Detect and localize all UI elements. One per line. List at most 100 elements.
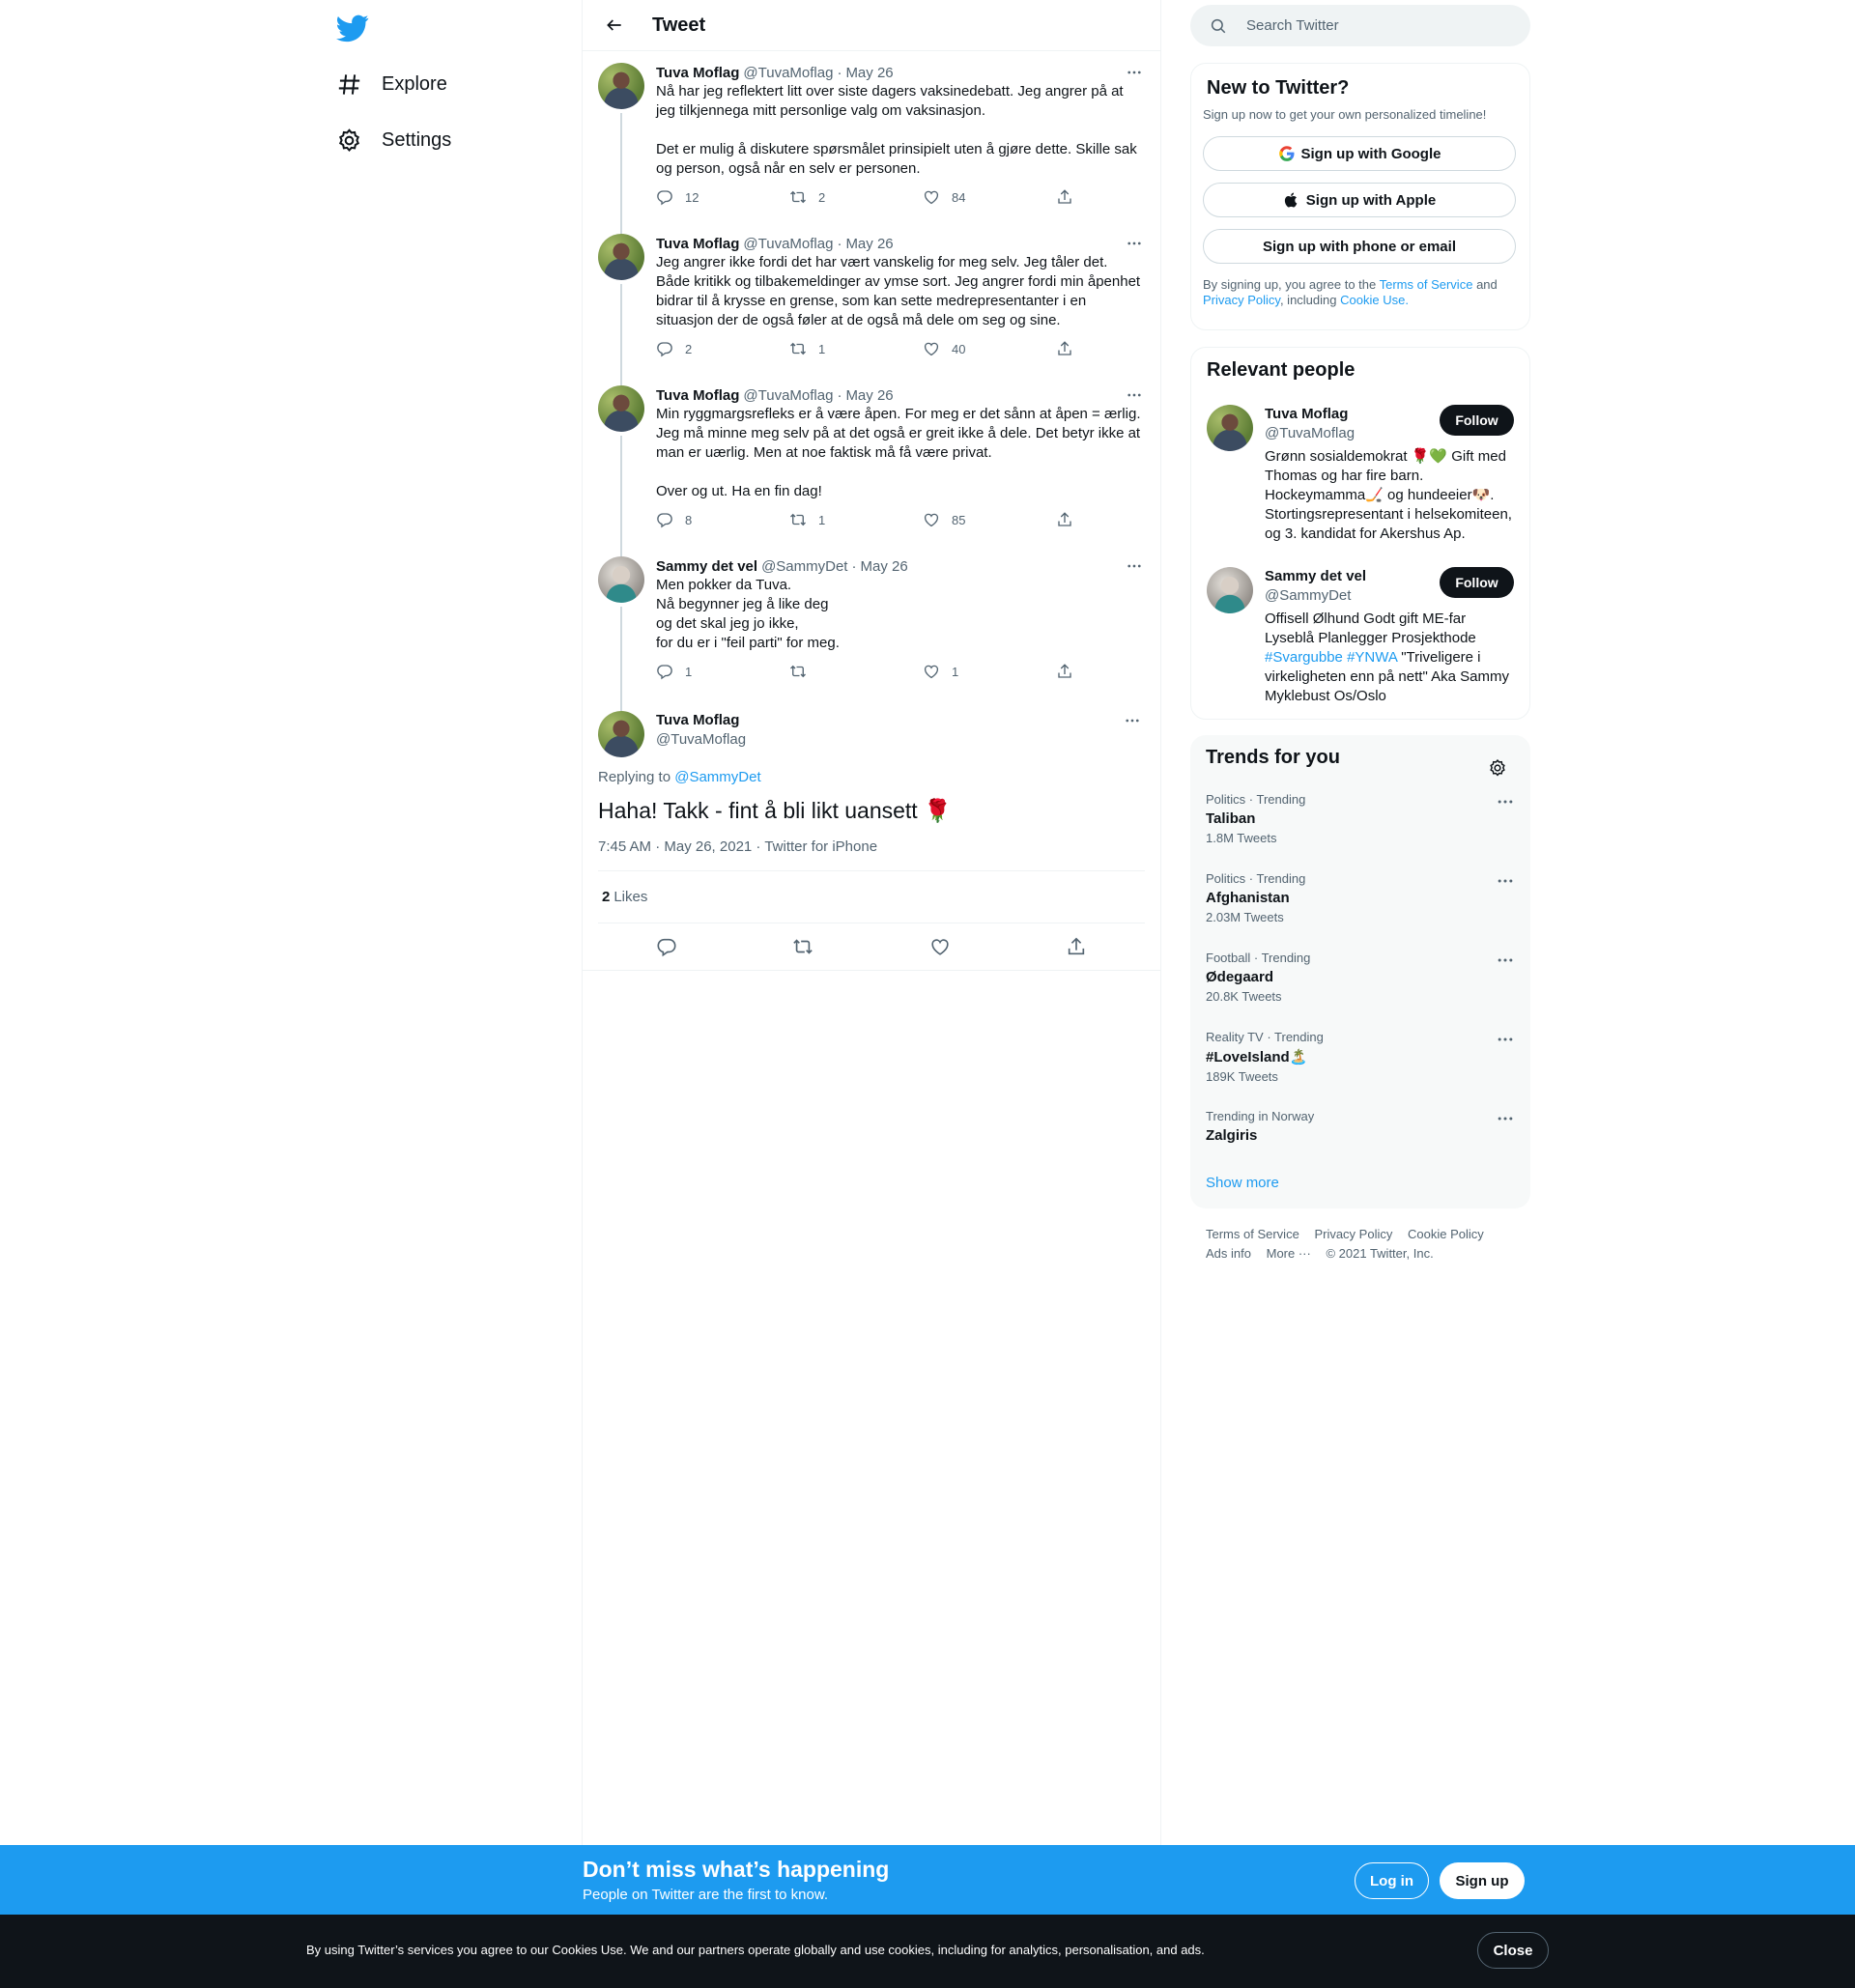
- twitter-bird-icon[interactable]: [336, 12, 369, 44]
- avatar[interactable]: [598, 556, 644, 603]
- more-options-button[interactable]: [1122, 234, 1147, 253]
- like-button[interactable]: 40: [923, 340, 1056, 357]
- follow-button[interactable]: Follow: [1440, 405, 1514, 436]
- reply-button[interactable]: 12: [656, 188, 789, 206]
- tweet-date[interactable]: May 26: [860, 558, 907, 575]
- author-handle[interactable]: @TuvaMoflag: [656, 730, 746, 750]
- footer-more-button[interactable]: More ···: [1267, 1246, 1311, 1261]
- share-button[interactable]: [1056, 188, 1073, 206]
- like-button[interactable]: 85: [923, 511, 1056, 528]
- author-handle[interactable]: @TuvaMoflag: [743, 65, 833, 81]
- login-button[interactable]: Log in: [1355, 1862, 1429, 1899]
- avatar[interactable]: [598, 711, 644, 757]
- back-button[interactable]: [598, 9, 631, 42]
- reply-icon: [656, 936, 677, 957]
- nav-explore[interactable]: Explore: [336, 65, 447, 103]
- show-more-link[interactable]: Show more: [1206, 1175, 1279, 1191]
- reply-button[interactable]: 8: [656, 511, 789, 528]
- more-options-button[interactable]: [1120, 711, 1145, 730]
- share-icon: [1056, 511, 1073, 528]
- close-cookie-button[interactable]: Close: [1477, 1932, 1549, 1969]
- reply-icon: [656, 511, 673, 528]
- more-options-button[interactable]: [1122, 63, 1147, 82]
- avatar[interactable]: [598, 63, 644, 109]
- more-options-button[interactable]: [1496, 792, 1515, 811]
- follow-button[interactable]: Follow: [1440, 567, 1514, 598]
- footer-cookie-link[interactable]: Cookie Policy: [1408, 1227, 1484, 1241]
- heart-icon: [923, 340, 940, 357]
- share-button[interactable]: [1066, 936, 1087, 957]
- reply-button[interactable]: 1: [656, 663, 789, 680]
- signup-google-button[interactable]: Sign up with Google: [1203, 136, 1516, 171]
- privacy-link[interactable]: Privacy Policy: [1203, 293, 1280, 307]
- more-options-button[interactable]: [1496, 1030, 1515, 1049]
- avatar[interactable]: [598, 234, 644, 280]
- search-box[interactable]: [1190, 5, 1530, 46]
- footer-copyright: © 2021 Twitter, Inc.: [1326, 1246, 1434, 1261]
- trends-settings-button[interactable]: [1488, 758, 1507, 778]
- more-options-button[interactable]: [1496, 871, 1515, 891]
- heart-icon: [923, 511, 940, 528]
- trend-item[interactable]: Politics · Trending Afghanistan 2.03M Tw…: [1190, 860, 1530, 939]
- tweet-date[interactable]: May 26: [845, 65, 893, 81]
- thread-tweet[interactable]: Tuva Moflag @TuvaMoflag · May 26 Jeg ang…: [583, 222, 1160, 385]
- share-button[interactable]: [1056, 511, 1073, 528]
- retweet-button[interactable]: 2: [789, 188, 923, 206]
- retweet-button[interactable]: 1: [789, 340, 923, 357]
- author-name[interactable]: Tuva Moflag: [656, 236, 739, 252]
- trend-item[interactable]: Trending in Norway Zalgiris: [1190, 1097, 1530, 1177]
- author-name[interactable]: Tuva Moflag: [656, 387, 739, 404]
- footer-terms-link[interactable]: Terms of Service: [1206, 1227, 1299, 1241]
- author-name[interactable]: Tuva Moflag: [656, 712, 739, 728]
- signup-phone-email-button[interactable]: Sign up with phone or email: [1203, 229, 1516, 264]
- avatar[interactable]: [598, 385, 644, 432]
- share-button[interactable]: [1056, 340, 1073, 357]
- person-item[interactable]: Tuva Moflag @TuvaMoflag Grønn sosialdemo…: [1191, 393, 1529, 555]
- replying-to-link[interactable]: @SammyDet: [674, 769, 760, 785]
- hashtag-link[interactable]: #Svargubbe: [1265, 649, 1343, 666]
- trend-category: Politics · Trending: [1206, 871, 1306, 886]
- person-item[interactable]: Sammy det vel @SammyDet Offisell Ølhund …: [1191, 555, 1529, 718]
- more-options-button[interactable]: [1496, 951, 1515, 970]
- share-button[interactable]: [1056, 663, 1073, 680]
- nav-settings[interactable]: Settings: [336, 121, 451, 159]
- tweet-timestamp[interactable]: 7:45 AM · May 26, 2021 · Twitter for iPh…: [598, 838, 1145, 871]
- more-options-button[interactable]: [1122, 385, 1147, 405]
- like-button[interactable]: [929, 936, 951, 957]
- tweet-date[interactable]: May 26: [845, 236, 893, 252]
- avatar[interactable]: [1207, 405, 1253, 451]
- author-name[interactable]: Tuva Moflag: [656, 65, 739, 81]
- trend-name: #LoveIsland🏝️: [1206, 1049, 1308, 1065]
- terms-link[interactable]: Terms of Service: [1380, 277, 1473, 292]
- trend-item[interactable]: Football · Trending Ødegaard 20.8K Tweet…: [1190, 939, 1530, 1018]
- author-handle[interactable]: @SammyDet: [761, 558, 847, 575]
- thread-tweet[interactable]: Tuva Moflag @TuvaMoflag · May 26 Nå har …: [583, 51, 1160, 234]
- signup-legal-text: By signing up, you agree to the Terms of…: [1203, 277, 1518, 308]
- signup-button[interactable]: Sign up: [1440, 1862, 1525, 1899]
- thread-tweet[interactable]: Tuva Moflag @TuvaMoflag · May 26 Min ryg…: [583, 374, 1160, 556]
- likes-summary[interactable]: 2 Likes: [598, 871, 1145, 923]
- reply-button[interactable]: [656, 936, 677, 957]
- hashtag-link[interactable]: #YNWA: [1347, 649, 1397, 666]
- tweet-date[interactable]: May 26: [845, 387, 893, 404]
- like-button[interactable]: 84: [923, 188, 1056, 206]
- cookie-use-link[interactable]: Cookie Use.: [1340, 293, 1409, 307]
- like-button[interactable]: 1: [923, 663, 1056, 680]
- reply-button[interactable]: 2: [656, 340, 789, 357]
- more-options-button[interactable]: [1496, 1109, 1515, 1128]
- trend-item[interactable]: Politics · Trending Taliban 1.8M Tweets: [1190, 781, 1530, 860]
- trend-item[interactable]: Reality TV · Trending #LoveIsland🏝️ 189K…: [1190, 1018, 1530, 1097]
- signup-apple-button[interactable]: Sign up with Apple: [1203, 183, 1516, 217]
- author-handle[interactable]: @TuvaMoflag: [743, 236, 833, 252]
- author-name[interactable]: Sammy det vel: [656, 558, 757, 575]
- footer-ads-link[interactable]: Ads info: [1206, 1246, 1251, 1261]
- more-options-button[interactable]: [1122, 556, 1147, 576]
- footer-privacy-link[interactable]: Privacy Policy: [1314, 1227, 1392, 1241]
- retweet-button[interactable]: 1: [789, 511, 923, 528]
- search-input[interactable]: [1246, 17, 1517, 34]
- author-handle[interactable]: @TuvaMoflag: [743, 387, 833, 404]
- retweet-button[interactable]: [789, 663, 923, 680]
- retweet-button[interactable]: [792, 936, 813, 957]
- thread-tweet[interactable]: Sammy det vel @SammyDet · May 26 Men pok…: [583, 545, 1160, 711]
- avatar[interactable]: [1207, 567, 1253, 613]
